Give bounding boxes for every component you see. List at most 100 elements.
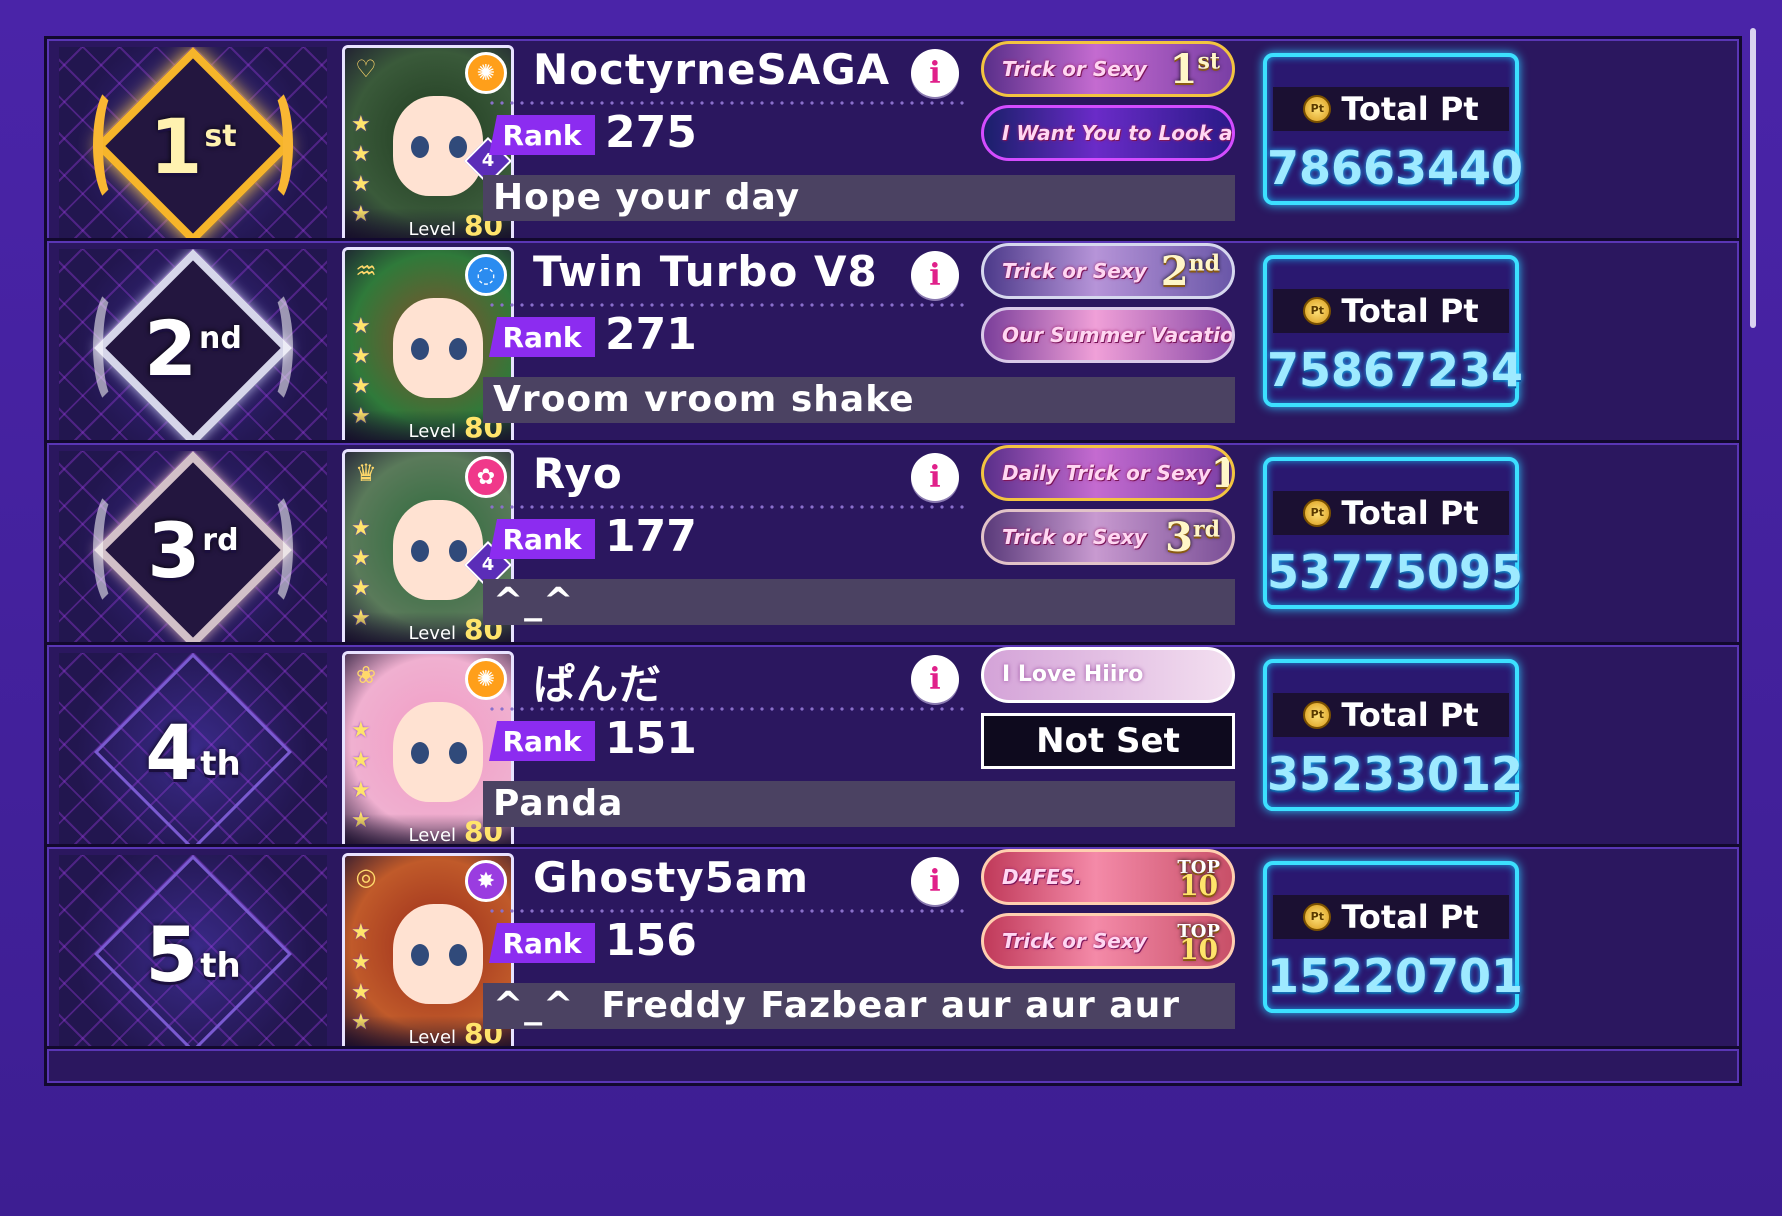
player-name: Twin Turbo V8 bbox=[533, 247, 878, 296]
scrollbar[interactable] bbox=[1750, 28, 1756, 328]
total-points-label: Pt Total Pt bbox=[1273, 895, 1509, 939]
title-badge[interactable]: I Want You to Look at Me Medley1st bbox=[981, 105, 1235, 161]
character-eye bbox=[449, 540, 467, 562]
title-place-suffix: rd bbox=[1193, 516, 1220, 543]
ranking-row[interactable]: 3rd♛✿★★★★4Level80RyoiRank177^_^Daily Tri… bbox=[44, 440, 1742, 658]
title-badge[interactable]: Our Summer Vacation3rd bbox=[981, 307, 1235, 363]
rank-label: Rank bbox=[489, 519, 595, 559]
event-point-coin-icon: Pt bbox=[1303, 95, 1332, 123]
star-icon: ★ bbox=[351, 980, 371, 1005]
title-name: I Love Hiiro bbox=[1002, 662, 1144, 687]
event-point-coin-icon: Pt bbox=[1303, 297, 1332, 325]
total-points-box: Pt Total Pt 75867234 bbox=[1263, 255, 1524, 407]
star-icon: ★ bbox=[351, 920, 371, 945]
band-logo-icon: ♒ bbox=[355, 257, 377, 285]
info-icon: i bbox=[929, 661, 941, 697]
character-face bbox=[393, 96, 483, 196]
title-badge[interactable]: I Love Hiiro bbox=[981, 647, 1235, 703]
event-point-coin-icon: Pt bbox=[1303, 701, 1332, 729]
dotted-divider bbox=[487, 909, 969, 913]
title-placement: 2nd bbox=[1161, 248, 1220, 295]
dotted-divider bbox=[487, 707, 969, 711]
star-icon: ★ bbox=[351, 314, 371, 339]
character-face bbox=[393, 298, 483, 398]
title-badge[interactable]: Trick or Sexy TOP 10 bbox=[981, 913, 1235, 969]
title-name: Trick or Sexy bbox=[1002, 525, 1147, 549]
star-icon: ★ bbox=[351, 950, 371, 975]
star-icon: ★ bbox=[351, 142, 371, 167]
character-eye bbox=[449, 136, 467, 158]
event-point-coin-icon: Pt bbox=[1303, 903, 1332, 931]
title-name: Trick or Sexy bbox=[1002, 259, 1147, 283]
level-label: Level bbox=[408, 825, 457, 846]
rose-icon: ❀ bbox=[355, 661, 377, 689]
ranking-row[interactable]: 4th❀✺★★★★Level80ぱんだiRank151PandaI Love H… bbox=[44, 642, 1742, 860]
pure-attribute-icon: ✿ bbox=[465, 456, 507, 498]
title-badge[interactable]: Trick or Sexy 1st bbox=[981, 41, 1235, 97]
title-badge[interactable]: Trick or Sexy 3rd bbox=[981, 509, 1235, 565]
ranking-row[interactable]: 1st♡✺★★★★4Level80NoctyrneSAGAiRank275Hop… bbox=[44, 36, 1742, 254]
ranking-list[interactable]: 1st♡✺★★★★4Level80NoctyrneSAGAiRank275Hop… bbox=[44, 36, 1742, 1196]
total-points-text: Total Pt bbox=[1341, 90, 1479, 128]
title-not-set[interactable]: Not Set bbox=[981, 713, 1235, 769]
placement-number: 2nd bbox=[59, 249, 327, 447]
player-comment: Panda bbox=[483, 781, 1235, 827]
title-placement: TOP 10 bbox=[1177, 859, 1220, 900]
ranking-row-partial[interactable] bbox=[44, 1046, 1742, 1086]
player-info-button[interactable]: i bbox=[911, 251, 959, 299]
ranking-row[interactable]: 2nd♒◌★★★★Level80Twin Turbo V8iRank271Vro… bbox=[44, 238, 1742, 456]
total-points-box: Pt Total Pt 53775095 bbox=[1263, 457, 1523, 609]
placement-medal: 1st bbox=[59, 47, 327, 245]
star-icon: ★ bbox=[351, 576, 371, 601]
player-info-button[interactable]: i bbox=[911, 655, 959, 703]
character-face bbox=[393, 904, 483, 1004]
title-badge[interactable]: Trick or Sexy 2nd bbox=[981, 243, 1235, 299]
placement-suffix: nd bbox=[199, 320, 242, 356]
character-eye bbox=[449, 944, 467, 966]
player-info-button[interactable]: i bbox=[911, 453, 959, 501]
total-points-label: Pt Total Pt bbox=[1273, 289, 1509, 333]
total-points-value: 75867234 bbox=[1267, 343, 1524, 397]
powerful-attribute-icon: ✸ bbox=[465, 860, 507, 902]
placement-number: 4th bbox=[59, 653, 327, 851]
total-points-box: Pt Total Pt 15220701 bbox=[1263, 861, 1524, 1013]
title-place-number: 3 bbox=[1165, 513, 1194, 561]
event-point-coin-icon: Pt bbox=[1303, 499, 1332, 527]
placement-value: 4 bbox=[145, 707, 199, 797]
character-face bbox=[393, 500, 483, 600]
player-info-button[interactable]: i bbox=[911, 49, 959, 97]
dotted-divider bbox=[487, 303, 969, 307]
placement-value: 2 bbox=[144, 303, 198, 393]
title-place-suffix: nd bbox=[1188, 250, 1220, 277]
character-eye bbox=[411, 338, 429, 360]
total-points-box: Pt Total Pt 35233012 bbox=[1263, 659, 1523, 811]
player-rank: 271 bbox=[605, 309, 697, 360]
placement-medal: 4th bbox=[59, 653, 327, 851]
title-placement: TOP 10 bbox=[1177, 923, 1220, 966]
title-place-suffix: st bbox=[1197, 48, 1220, 75]
info-icon: i bbox=[929, 459, 941, 495]
total-points-value: 78663440 bbox=[1267, 141, 1524, 195]
player-comment: ^_^ Freddy Fazbear aur aur aur bbox=[483, 983, 1235, 1029]
title-top-number: 10 bbox=[1179, 933, 1219, 966]
total-points-box: Pt Total Pt 78663440 bbox=[1263, 53, 1524, 205]
level-label: Level bbox=[408, 1027, 457, 1048]
title-badge[interactable]: D4FES. TOP 10 bbox=[981, 849, 1235, 905]
ranking-row[interactable]: 5th◎✸★★★★Level80Ghosty5amiRank156^_^ Fre… bbox=[44, 844, 1742, 1062]
info-icon: i bbox=[929, 55, 941, 91]
spiral-icon: ◎ bbox=[355, 863, 377, 891]
player-info-button[interactable]: i bbox=[911, 857, 959, 905]
player-rank: 275 bbox=[605, 107, 697, 158]
level-label: Level bbox=[408, 421, 457, 442]
rank-label: Rank bbox=[489, 115, 595, 155]
leaderboard-window: 1st♡✺★★★★4Level80NoctyrneSAGAiRank275Hop… bbox=[0, 0, 1782, 1216]
info-icon: i bbox=[929, 257, 941, 293]
title-name: I Want You to Look at Me Medley bbox=[1002, 121, 1233, 145]
character-eye bbox=[411, 742, 429, 764]
cool-attribute-icon: ◌ bbox=[465, 254, 507, 296]
total-points-text: Total Pt bbox=[1341, 898, 1479, 936]
title-badge[interactable]: Daily Trick or Sexy1st bbox=[981, 445, 1235, 501]
total-points-value: 15220701 bbox=[1267, 949, 1524, 1003]
character-eye bbox=[411, 944, 429, 966]
title-name: D4FES. bbox=[1002, 865, 1082, 889]
